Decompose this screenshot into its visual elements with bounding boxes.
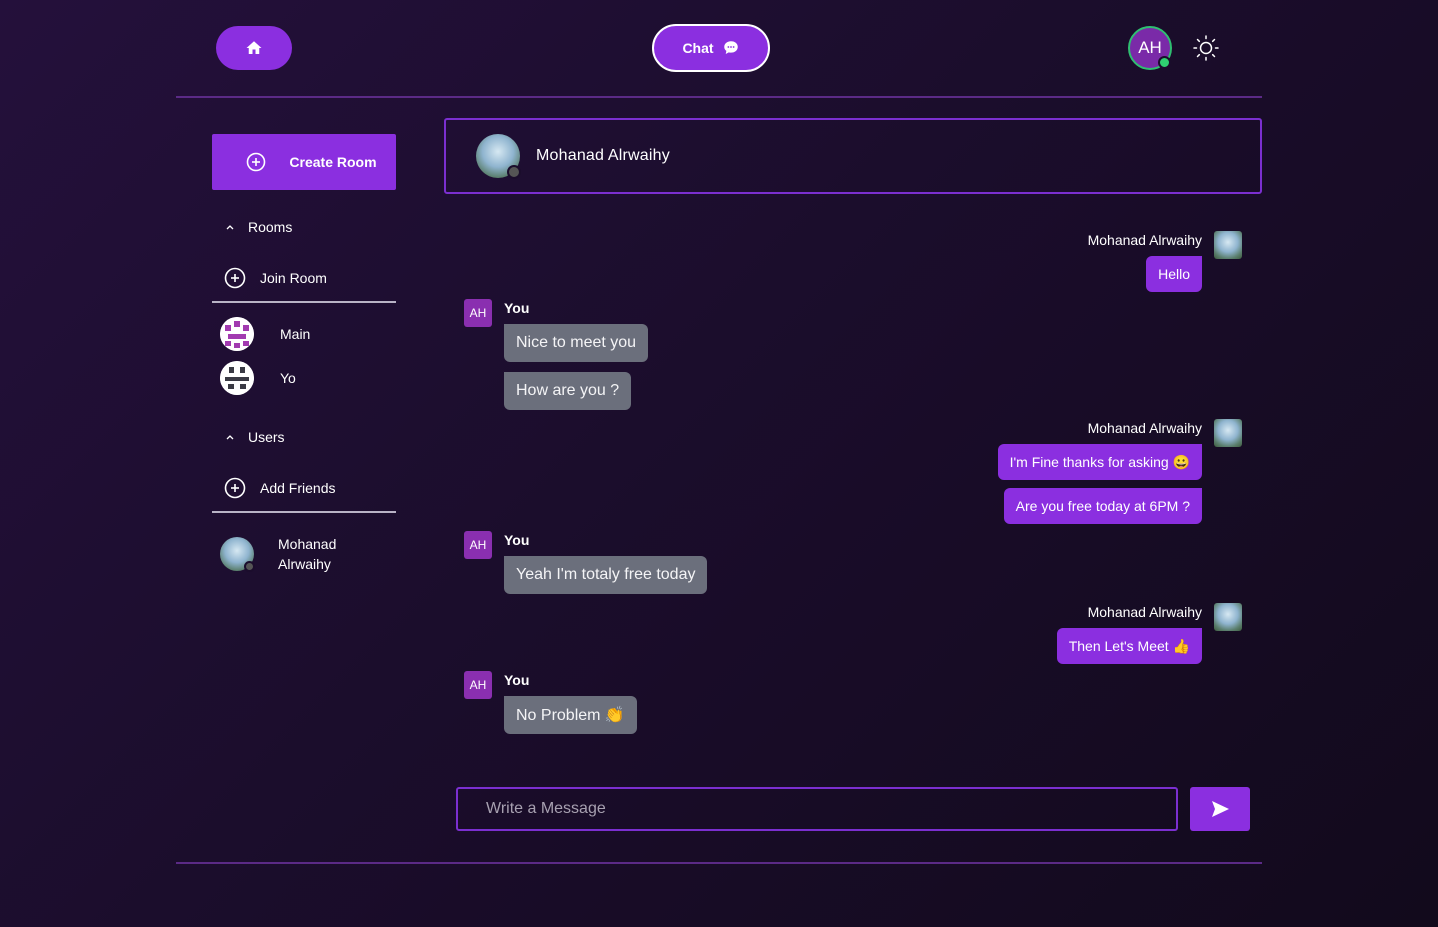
contact-name: Mohanad Alrwaihy <box>536 147 670 164</box>
theme-toggle-button[interactable] <box>1190 32 1222 64</box>
home-icon <box>246 41 262 54</box>
message-input[interactable] <box>456 787 1178 831</box>
top-divider <box>176 96 1262 98</box>
user-name: Mohanad Alrwaihy <box>278 536 337 572</box>
chat-header: Mohanad Alrwaihy <box>444 118 1262 194</box>
room-item-main[interactable]: Main <box>220 317 310 351</box>
room-avatar <box>220 317 254 351</box>
contact-avatar[interactable] <box>476 134 521 179</box>
bottom-divider <box>176 862 1262 864</box>
message-bubble[interactable]: Then Let's Meet 👍 <box>1056 628 1202 664</box>
chevron-up-icon <box>226 435 234 440</box>
chat-bubble-icon <box>723 41 738 54</box>
message-bubble[interactable]: Nice to meet you <box>504 324 649 362</box>
rooms-section-toggle[interactable]: Rooms <box>222 219 292 235</box>
message-bubble[interactable]: How are you ? <box>504 372 632 410</box>
rooms-heading: Rooms <box>248 219 293 235</box>
my-avatar-badge: AH <box>464 671 492 699</box>
plus-circle-icon <box>224 477 246 499</box>
users-divider <box>212 511 396 513</box>
online-status-dot <box>1158 56 1171 69</box>
sun-icon <box>1193 35 1219 61</box>
user-item[interactable]: Mohanad Alrwaihy <box>220 534 358 574</box>
plus-circle-icon <box>224 267 246 289</box>
room-avatar <box>220 361 254 395</box>
message-bubble[interactable]: Yeah I'm totaly free today <box>504 556 708 594</box>
room-item-yo[interactable]: Yo <box>220 361 296 395</box>
sender-avatar[interactable] <box>1214 419 1242 447</box>
sender-avatar[interactable] <box>1214 231 1242 259</box>
user-avatar-photo <box>220 537 255 572</box>
home-button[interactable] <box>216 26 292 70</box>
rooms-divider <box>212 301 396 303</box>
plus-circle-icon <box>246 152 266 172</box>
message-bubble[interactable]: No Problem 👏 <box>504 696 637 734</box>
send-button[interactable] <box>1190 787 1250 831</box>
my-avatar-badge: AH <box>464 531 492 559</box>
message-sender: You <box>504 532 530 548</box>
message-bubble[interactable]: I'm Fine thanks for asking 😀 <box>997 444 1202 480</box>
add-friends-button[interactable]: Add Friends <box>224 477 335 499</box>
create-room-button[interactable]: Create Room <box>212 134 396 190</box>
message-sender: You <box>504 300 530 316</box>
message-sender: You <box>504 672 530 688</box>
user-avatar[interactable]: AH <box>1128 26 1172 70</box>
message-bubble[interactable]: Are you free today at 6PM ? <box>1003 488 1202 524</box>
user-initials: AH <box>1138 38 1162 57</box>
sender-avatar[interactable] <box>1214 603 1242 631</box>
chevron-up-icon <box>226 225 234 230</box>
send-icon <box>1212 801 1229 817</box>
users-heading: Users <box>248 429 285 445</box>
message-bubble[interactable]: Hello <box>1146 256 1202 292</box>
create-room-label: Create Room <box>289 154 377 170</box>
join-room-button[interactable]: Join Room <box>224 267 327 289</box>
my-avatar-badge: AH <box>464 299 492 327</box>
message-sender: Mohanad Alrwaihy <box>1087 232 1202 248</box>
room-name: Main <box>280 326 311 342</box>
join-room-label: Join Room <box>260 270 327 286</box>
offline-status-dot <box>244 561 255 572</box>
add-friends-label: Add Friends <box>260 480 336 496</box>
message-sender: Mohanad Alrwaihy <box>1087 604 1202 620</box>
room-name: Yo <box>280 370 296 386</box>
offline-status-dot <box>507 165 521 179</box>
chat-button-label: Chat <box>682 40 714 56</box>
users-section-toggle[interactable]: Users <box>222 429 285 445</box>
message-sender: Mohanad Alrwaihy <box>1087 420 1202 436</box>
chat-button[interactable]: Chat <box>652 24 770 72</box>
